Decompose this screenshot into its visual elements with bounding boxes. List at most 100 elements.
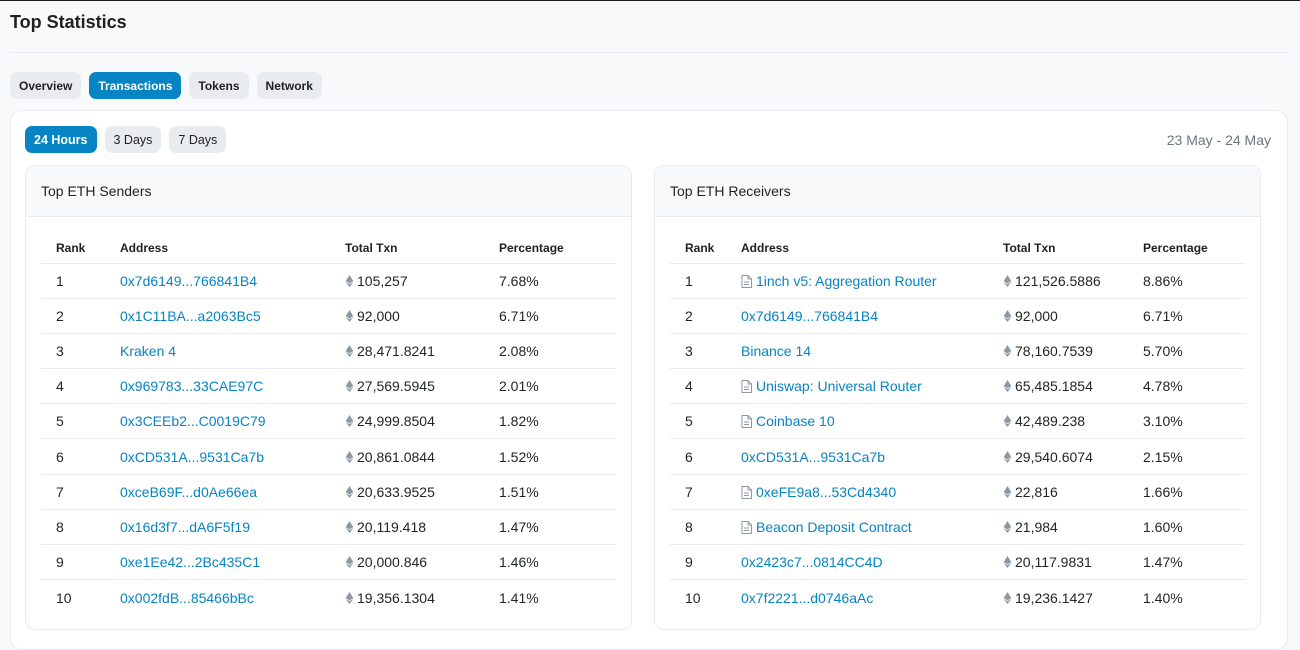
ethereum-icon xyxy=(345,485,354,498)
address-cell: 1inch v5: Aggregation Router xyxy=(726,263,988,299)
address-link[interactable]: 1inch v5: Aggregation Router xyxy=(756,273,937,289)
total-txn-cell: 28,471.8241 xyxy=(330,333,484,370)
total-txn-value: 19,236.1427 xyxy=(1015,589,1093,606)
address-link[interactable]: 0x7d6149...766841B4 xyxy=(741,308,878,324)
total-txn-cell: 20,119.418 xyxy=(330,509,484,546)
total-txn-value: 20,119.418 xyxy=(357,518,427,535)
total-txn-value: 105,257 xyxy=(357,272,408,289)
panel-title: Top ETH Receivers xyxy=(655,166,1260,217)
address-link[interactable]: 0xCD531A...9531Ca7b xyxy=(120,449,264,465)
address-link[interactable]: 0xceB69F...d0Ae66ea xyxy=(120,484,257,500)
total-txn-cell: 24,999.8504 xyxy=(330,403,484,440)
stats-card: 24 Hours 3 Days 7 Days 23 May - 24 May T… xyxy=(10,110,1288,650)
rank-cell: 8 xyxy=(670,509,726,546)
ethereum-icon xyxy=(345,415,354,428)
address-link[interactable]: 0x1C11BA...a2063Bc5 xyxy=(120,308,261,324)
document-icon xyxy=(741,520,752,534)
total-txn-cell: 65,485.1854 xyxy=(988,368,1128,405)
address-link[interactable]: 0x16d3f7...dA6F5f19 xyxy=(120,519,250,535)
address-link[interactable]: Beacon Deposit Contract xyxy=(756,519,912,535)
address-link[interactable]: 0xe1Ee42...2Bc435C1 xyxy=(120,554,260,570)
table-row: 7 0xceB69F...d0Ae66ea 20,633.9525 1.51% xyxy=(41,474,616,510)
total-txn-cell: 20,861.0844 xyxy=(330,438,484,475)
rank-cell: 7 xyxy=(41,474,105,510)
ethereum-icon xyxy=(1003,309,1012,322)
total-txn-value: 24,999.8504 xyxy=(357,413,435,430)
total-txn-cell: 92,000 xyxy=(988,298,1128,334)
address-cell: Coinbase 10 xyxy=(726,403,988,440)
table-row: 1 0x7d6149...766841B4 105,257 7.68% xyxy=(41,263,616,299)
range-7-days-button[interactable]: 7 Days xyxy=(169,126,227,153)
table-row: 6 0xCD531A...9531Ca7b 29,540.6074 2.15% xyxy=(670,438,1245,475)
tab-overview[interactable]: Overview xyxy=(10,72,82,99)
rank-cell: 7 xyxy=(670,474,726,510)
address-link[interactable]: Uniswap: Universal Router xyxy=(756,378,922,394)
rank-cell: 8 xyxy=(41,509,105,546)
range-24-hours-button[interactable]: 24 Hours xyxy=(25,126,97,153)
address-cell: 0x002fdB...85466bBc xyxy=(105,580,330,615)
range-3-days-button[interactable]: 3 Days xyxy=(104,126,162,153)
document-icon xyxy=(741,274,752,288)
address-link[interactable]: 0x002fdB...85466bBc xyxy=(120,590,254,606)
address-cell: 0x969783...33CAE97C xyxy=(105,368,330,405)
column-header-total-txn: Total Txn xyxy=(988,233,1128,264)
ethereum-icon xyxy=(1003,591,1012,604)
address-link[interactable]: Coinbase 10 xyxy=(756,413,835,429)
table-row: 5 Coinbase 10 42,489.238 3.10% xyxy=(670,403,1245,440)
total-txn-cell: 105,257 xyxy=(330,263,484,299)
address-cell: 0xCD531A...9531Ca7b xyxy=(726,438,988,475)
total-txn-cell: 20,633.9525 xyxy=(330,474,484,510)
table-row: 3 Kraken 4 28,471.8241 2.08% xyxy=(41,333,616,370)
percentage-cell: 1.60% xyxy=(1128,509,1245,546)
address-link[interactable]: 0x3CEEb2...C0019C79 xyxy=(120,413,266,429)
rank-cell: 3 xyxy=(41,333,105,370)
top-eth-receivers-panel: Top ETH Receivers Rank Address Total Txn… xyxy=(654,165,1261,630)
tab-transactions[interactable]: Transactions xyxy=(89,72,182,99)
tab-tokens[interactable]: Tokens xyxy=(189,72,249,99)
tab-network[interactable]: Network xyxy=(256,72,322,99)
address-cell: 0x16d3f7...dA6F5f19 xyxy=(105,509,330,546)
address-cell: 0x1C11BA...a2063Bc5 xyxy=(105,298,330,334)
ethereum-icon xyxy=(1003,485,1012,498)
total-txn-value: 20,861.0844 xyxy=(357,448,435,465)
address-cell: Binance 14 xyxy=(726,333,988,370)
table-row: 3 Binance 14 78,160.7539 5.70% xyxy=(670,333,1245,370)
rank-cell: 2 xyxy=(670,298,726,334)
address-link[interactable]: 0xeFE9a8...53Cd4340 xyxy=(756,484,896,500)
total-txn-value: 27,569.5945 xyxy=(357,378,435,395)
percentage-cell: 2.15% xyxy=(1128,438,1245,475)
address-link[interactable]: 0x7f2221...d0746aAc xyxy=(741,590,873,606)
column-header-address: Address xyxy=(105,233,330,264)
percentage-cell: 2.08% xyxy=(484,333,616,370)
address-link[interactable]: 0x2423c7...0814CC4D xyxy=(741,554,883,570)
column-header-percentage: Percentage xyxy=(484,233,616,264)
total-txn-cell: 20,117.9831 xyxy=(988,544,1128,581)
column-header-rank: Rank xyxy=(41,233,105,264)
address-link[interactable]: 0xCD531A...9531Ca7b xyxy=(741,449,885,465)
address-link[interactable]: 0x7d6149...766841B4 xyxy=(120,273,257,289)
document-icon xyxy=(741,485,752,499)
ethereum-icon xyxy=(1003,450,1012,463)
total-txn-cell: 42,489.238 xyxy=(988,403,1128,440)
percentage-cell: 2.01% xyxy=(484,368,616,405)
percentage-cell: 1.47% xyxy=(484,509,616,546)
total-txn-value: 22,816 xyxy=(1015,483,1058,500)
address-cell: Uniswap: Universal Router xyxy=(726,368,988,405)
receivers-table: Rank Address Total Txn Percentage 1 1inch… xyxy=(670,233,1245,615)
address-cell: 0x2423c7...0814CC4D xyxy=(726,544,988,581)
address-link[interactable]: 0x969783...33CAE97C xyxy=(120,378,263,394)
total-txn-cell: 22,816 xyxy=(988,474,1128,510)
address-link[interactable]: Binance 14 xyxy=(741,343,811,359)
table-row: 6 0xCD531A...9531Ca7b 20,861.0844 1.52% xyxy=(41,438,616,475)
address-link[interactable]: Kraken 4 xyxy=(120,343,176,359)
top-eth-senders-panel: Top ETH Senders Rank Address Total Txn P… xyxy=(25,165,632,630)
total-txn-cell: 19,236.1427 xyxy=(988,580,1128,615)
rank-cell: 9 xyxy=(41,544,105,581)
percentage-cell: 1.52% xyxy=(484,438,616,475)
total-txn-value: 20,117.9831 xyxy=(1015,554,1092,571)
percentage-cell: 1.47% xyxy=(1128,544,1245,581)
percentage-cell: 1.41% xyxy=(499,589,539,606)
table-row: 8 Beacon Deposit Contract 21,984 1.60% xyxy=(670,509,1245,546)
total-txn-cell: 20,000.846 xyxy=(330,544,484,581)
column-header-percentage: Percentage xyxy=(1128,233,1245,264)
